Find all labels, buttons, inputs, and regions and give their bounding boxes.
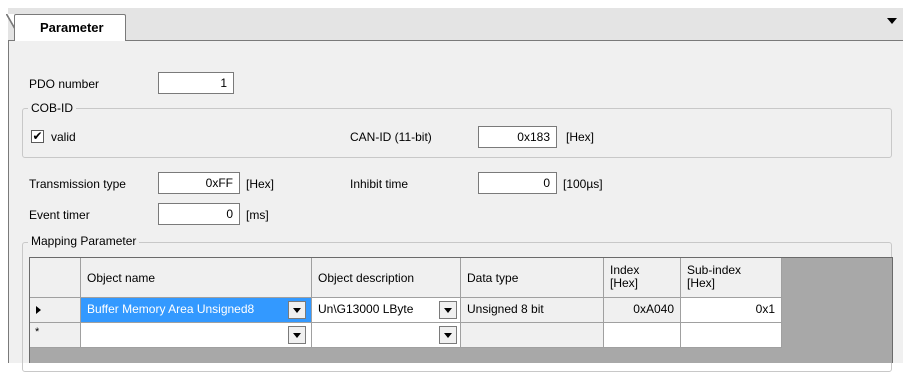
pdo-number-label: PDO number <box>29 77 100 91</box>
cell-object-description-text: Un\G13000 LByte <box>318 302 414 316</box>
tab-menu-arrow-icon[interactable] <box>887 18 897 24</box>
tab-parameter-label: Parameter <box>40 20 104 35</box>
cell-index[interactable]: 0xA040 <box>604 298 681 323</box>
dropdown-arrow-icon[interactable] <box>288 326 306 344</box>
cell-object-description[interactable]: Un\G13000 LByte <box>312 298 461 323</box>
checkmark-icon: ✔ <box>32 129 43 143</box>
cob-id-group-title: COB-ID <box>28 101 76 115</box>
dropdown-arrow-icon[interactable] <box>439 326 457 344</box>
transmission-type-field[interactable]: 0xFF <box>158 172 240 194</box>
cell-sub-index[interactable]: 0x1 <box>681 298 782 323</box>
mapping-parameter-group-title: Mapping Parameter <box>28 234 140 248</box>
new-cell-object-description[interactable] <box>312 323 461 348</box>
event-timer-label: Event timer <box>29 208 90 222</box>
row-header[interactable] <box>30 298 81 323</box>
grid-corner-header <box>30 258 81 298</box>
header-index-line2: [Hex] <box>610 276 639 290</box>
new-cell-object-name[interactable] <box>81 323 312 348</box>
row-pointer-icon <box>36 306 41 314</box>
inhibit-time-label: Inhibit time <box>350 177 409 191</box>
tab-strip <box>8 8 903 41</box>
valid-checkbox[interactable]: ✔ <box>31 130 44 143</box>
header-sub-index-line2: [Hex] <box>687 276 716 290</box>
header-object-description[interactable]: Object description <box>312 258 461 298</box>
new-cell-data-type <box>461 323 604 348</box>
new-row-marker: * <box>35 326 40 338</box>
can-id-unit: [Hex] <box>566 130 595 144</box>
new-cell-sub-index[interactable] <box>681 323 782 348</box>
inhibit-time-unit: [100µs] <box>563 177 603 191</box>
event-timer-field[interactable]: 0 <box>158 203 240 225</box>
inhibit-time-field[interactable]: 0 <box>478 172 557 194</box>
cell-index-text: 0xA040 <box>633 302 674 316</box>
pdo-number-field[interactable]: 1 <box>158 72 234 94</box>
transmission-type-unit: [Hex] <box>246 177 275 191</box>
cell-object-name[interactable]: Buffer Memory Area Unsigned8 <box>81 298 312 323</box>
cell-sub-index-text: 0x1 <box>755 302 775 316</box>
cob-id-group <box>22 108 892 158</box>
cell-data-type: Unsigned 8 bit <box>461 298 604 323</box>
cell-object-name-text: Buffer Memory Area Unsigned8 <box>87 302 255 316</box>
valid-label: valid <box>51 130 76 144</box>
cell-data-type-text: Unsigned 8 bit <box>467 302 544 316</box>
new-row-header[interactable]: * <box>30 323 81 348</box>
header-object-name[interactable]: Object name <box>81 258 312 298</box>
dropdown-arrow-icon[interactable] <box>288 301 306 319</box>
mapping-grid: Object name Object description Data type… <box>29 257 893 363</box>
event-timer-unit: [ms] <box>246 208 269 222</box>
can-id-label: CAN-ID (11-bit) <box>350 130 432 144</box>
transmission-type-label: Transmission type <box>29 177 126 191</box>
header-data-type[interactable]: Data type <box>461 258 604 298</box>
dropdown-arrow-icon[interactable] <box>439 301 457 319</box>
header-sub-index[interactable]: Sub-index [Hex] <box>681 258 782 298</box>
new-cell-index[interactable] <box>604 323 681 348</box>
can-id-field[interactable]: 0x183 <box>478 126 557 148</box>
header-index[interactable]: Index [Hex] <box>604 258 681 298</box>
